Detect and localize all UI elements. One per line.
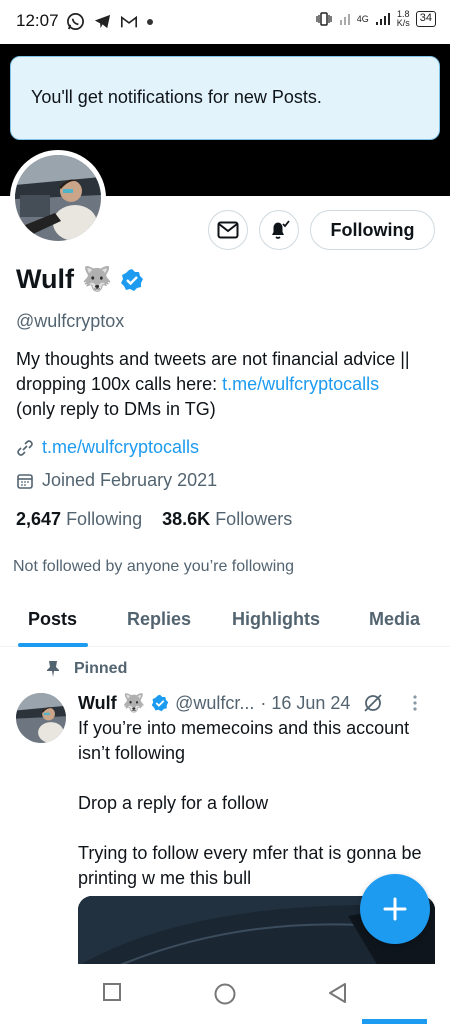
- back-icon[interactable]: [327, 982, 349, 1004]
- tab-highlights[interactable]: Highlights: [232, 609, 320, 630]
- network-speed: 1.8 K/s: [396, 9, 410, 28]
- bio-suffix: (only reply to DMs in TG): [16, 399, 216, 419]
- profile-avatar[interactable]: [10, 150, 106, 246]
- tweet-author-name[interactable]: Wulf: [78, 693, 117, 714]
- home-icon[interactable]: [213, 982, 237, 1006]
- profile-name: Wulf: [16, 264, 74, 294]
- plus-icon: [383, 897, 407, 921]
- status-right: 4G 1.8 K/s 34: [315, 10, 436, 28]
- tweet-text: If you’re into memecoins and this accoun…: [78, 718, 422, 888]
- website-link[interactable]: t.me/wulfcryptocalls: [42, 437, 199, 458]
- tweet-avatar[interactable]: [16, 693, 66, 743]
- network-type: 4G: [356, 13, 369, 24]
- calendar-icon: [17, 473, 33, 489]
- website-row: t.me/wulfcryptocalls: [16, 437, 199, 458]
- vibrate-icon: [316, 12, 332, 26]
- status-left-icons: [66, 12, 154, 31]
- following-button[interactable]: Following: [310, 210, 435, 250]
- following-count-link[interactable]: 2,647 Following: [16, 509, 142, 529]
- dot-icon: [147, 18, 153, 25]
- profile-bio: My thoughts and tweets are not financial…: [16, 347, 441, 422]
- verified-badge-icon[interactable]: [120, 268, 144, 292]
- signal-icon-1: [339, 14, 350, 25]
- whatsapp-icon: [67, 13, 84, 30]
- not-followed-notice: Not followed by anyone you’re following: [13, 558, 295, 575]
- telegram-icon: [94, 14, 111, 29]
- follow-counts: 2,647 Following 38.6K Followers: [16, 509, 292, 530]
- notifications-button[interactable]: [259, 210, 299, 250]
- profile-tabs: Posts Replies Highlights Media: [0, 603, 450, 647]
- bio-link[interactable]: t.me/wulfcryptocalls: [222, 374, 379, 394]
- bottom-accent-strip: [362, 1019, 427, 1024]
- android-nav-bar: [0, 964, 450, 1024]
- more-options-icon[interactable]: [410, 693, 420, 713]
- tweet-emoji: 🐺: [122, 692, 146, 713]
- recents-icon[interactable]: [102, 982, 122, 1002]
- tweet-header: Wulf 🐺 @wulfcr... · 16 Jun 24: [78, 692, 420, 714]
- verified-badge-icon: [151, 694, 169, 712]
- profile-handle: @wulfcryptox: [16, 311, 125, 331]
- pinned-label: Pinned: [46, 660, 127, 678]
- joined-row: Joined February 2021: [16, 470, 217, 491]
- message-button[interactable]: [208, 210, 248, 250]
- followers-count-link[interactable]: 38.6K Followers: [162, 509, 292, 529]
- tweet-avatar-image: [16, 693, 66, 743]
- tab-posts[interactable]: Posts: [28, 609, 77, 630]
- wolf-emoji: 🐺: [81, 266, 112, 293]
- profile-name-row: Wulf 🐺: [16, 264, 144, 295]
- toast-text: You'll get notifications for new Posts.: [31, 87, 322, 107]
- grok-icon[interactable]: [362, 692, 384, 714]
- avatar-image: [15, 155, 101, 241]
- link-icon: [17, 439, 33, 456]
- tab-replies[interactable]: Replies: [127, 609, 191, 630]
- tweet-date[interactable]: · 16 Jun 24: [260, 693, 350, 714]
- notification-toast: You'll get notifications for new Posts.: [10, 56, 440, 140]
- battery-indicator: 34: [415, 11, 436, 27]
- tab-media[interactable]: Media: [369, 609, 420, 630]
- signal-icon-2: [375, 13, 390, 25]
- gmail-icon: [120, 15, 138, 27]
- status-bar: 12:07 4G 1.8 K/s 34: [0, 0, 450, 44]
- pin-icon: [47, 661, 59, 677]
- status-time: 12:07: [16, 11, 59, 30]
- active-tab-indicator: [18, 643, 88, 647]
- mail-icon: [217, 221, 239, 239]
- bell-icon: [272, 220, 290, 239]
- compose-button[interactable]: [360, 874, 430, 944]
- joined-date: Joined February 2021: [42, 470, 218, 490]
- tweet-handle[interactable]: @wulfcr...: [175, 693, 254, 714]
